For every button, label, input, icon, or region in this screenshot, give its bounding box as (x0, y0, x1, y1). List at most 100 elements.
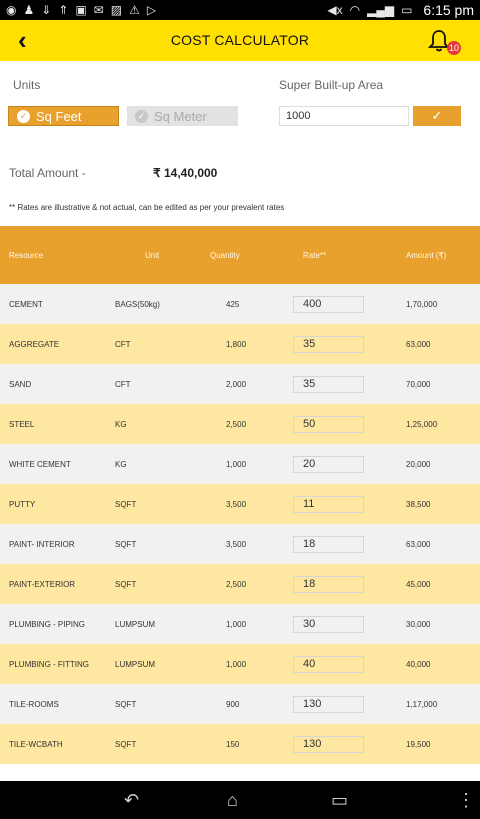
quantity-cell: 425 (226, 299, 240, 309)
rate-cell: 400 (293, 295, 406, 313)
download-icon: ⇓ (41, 3, 52, 17)
rate-input[interactable]: 11 (293, 495, 364, 513)
quantity-cell: 2,500 (226, 419, 247, 429)
unit-cell: SQFT (115, 579, 137, 589)
quantity-cell: 1,000 (226, 619, 247, 629)
resource-cell: SAND (9, 379, 32, 389)
table-row: PAINT-EXTERIOR SQFT 2,500 18 45,000 (0, 564, 480, 604)
resource-cell: WHITE CEMENT (9, 459, 71, 469)
person-icon: ♟ (23, 3, 35, 17)
unit-option-label: Sq Meter (154, 108, 207, 124)
resource-cell: PLUMBING - FITTING (9, 659, 89, 669)
table-row: STEEL KG 2,500 50 1,25,000 (0, 404, 480, 444)
nav-recents-icon[interactable]: ▭ (331, 791, 348, 809)
header-resource: Resource (9, 250, 44, 260)
cost-table: Resource Unit Quantity Rate** Amount (₹)… (0, 226, 480, 781)
amount-cell: 63,000 (406, 339, 431, 349)
rate-input[interactable]: 400 (293, 295, 364, 313)
nav-back-icon[interactable]: ↶ (124, 791, 139, 809)
rate-input[interactable]: 130 (293, 735, 364, 753)
amount-cell: 20,000 (406, 459, 431, 469)
nav-menu-icon[interactable]: ⋮ (457, 791, 475, 809)
unit-cell: KG (115, 419, 127, 429)
table-row: SAND CFT 2,000 35 70,000 (0, 364, 480, 404)
table-row: WHITE CEMENT KG 1,000 20 20,000 (0, 444, 480, 484)
resource-cell: TILE-ROOMS (9, 699, 59, 709)
rate-input[interactable]: 30 (293, 615, 364, 633)
rate-cell: 35 (293, 335, 406, 353)
units-label: Units (13, 78, 41, 92)
total-amount-value: ₹ 14,40,000 (153, 166, 218, 180)
amount-cell: 38,500 (406, 499, 431, 509)
warning-icon: ⚠ (129, 3, 140, 17)
nav-home-icon[interactable]: ⌂ (227, 791, 238, 809)
unit-cell: KG (115, 459, 127, 469)
rate-cell: 20 (293, 455, 406, 473)
rate-input[interactable]: 130 (293, 695, 364, 713)
rate-input[interactable]: 40 (293, 655, 364, 673)
table-body: CEMENT BAGS(50kg) 425 400 1,70,000 AGGREGATE C… (0, 284, 480, 764)
rate-input[interactable]: 50 (293, 415, 364, 433)
rate-cell: 130 (293, 735, 406, 753)
rate-cell: 50 (293, 415, 406, 433)
quantity-cell: 1,000 (226, 659, 247, 669)
resource-cell: TILE-WCBATH (9, 739, 63, 749)
resource-cell: PLUMBING - PIPING (9, 619, 86, 629)
clock: 6:15 pm (423, 2, 474, 18)
unit-option-label: Sq Feet (36, 108, 82, 124)
header-rate: Rate** (303, 250, 327, 260)
unit-cell: SQFT (115, 539, 137, 549)
app-icon: ▣ (75, 3, 87, 17)
rate-input[interactable]: 35 (293, 375, 364, 393)
unit-sq-feet-button[interactable]: ✓ Sq Feet (8, 106, 119, 126)
rate-cell: 18 (293, 535, 406, 553)
battery-icon: ▭ (401, 3, 413, 17)
resource-cell: AGGREGATE (9, 339, 60, 349)
app-bar: ‹ COST CALCULATOR 10 (0, 20, 480, 61)
rate-cell: 30 (293, 615, 406, 633)
unit-cell: SQFT (115, 699, 137, 709)
rates-note: ** Rates are illustrative & not actual, … (9, 203, 285, 212)
rate-input[interactable]: 18 (293, 535, 364, 553)
quantity-cell: 1,800 (226, 339, 247, 349)
signal-icon: ▂▄▆ (367, 3, 395, 17)
unit-cell: CFT (115, 379, 131, 389)
unit-cell: SQFT (115, 739, 137, 749)
unit-cell: LUMPSUM (115, 659, 156, 669)
rate-input[interactable]: 20 (293, 455, 364, 473)
resource-cell: PUTTY (9, 499, 36, 509)
table-row: CEMENT BAGS(50kg) 425 400 1,70,000 (0, 284, 480, 324)
upload-icon: ⇑ (58, 3, 69, 17)
rate-input[interactable]: 18 (293, 575, 364, 593)
amount-cell: 40,000 (406, 659, 431, 669)
total-amount-label: Total Amount - (9, 166, 86, 180)
area-label: Super Built-up Area (279, 78, 384, 92)
quantity-cell: 900 (226, 699, 240, 709)
rate-cell: 18 (293, 575, 406, 593)
rate-cell: 35 (293, 375, 406, 393)
quantity-cell: 150 (226, 739, 240, 749)
resource-cell: CEMENT (9, 299, 43, 309)
table-row: TILE-WCBATH SQFT 150 130 19,500 (0, 724, 480, 764)
system-nav-bar: ↶ ⌂ ▭ ⋮ (0, 781, 480, 819)
area-input[interactable]: 1000 (279, 106, 409, 126)
header-quantity: Quantity (210, 250, 240, 260)
image-icon: ▨ (110, 3, 123, 17)
unit-cell: LUMPSUM (115, 619, 156, 629)
amount-cell: 1,70,000 (406, 299, 438, 309)
rate-input[interactable]: 35 (293, 335, 364, 353)
unit-cell: BAGS(50kg) (115, 299, 160, 309)
table-header: Resource Unit Quantity Rate** Amount (₹) (0, 226, 480, 284)
quantity-cell: 3,500 (226, 499, 247, 509)
amount-cell: 45,000 (406, 579, 431, 589)
quantity-cell: 1,000 (226, 459, 247, 469)
mail-icon: ✉ (93, 3, 104, 17)
resource-cell: PAINT- INTERIOR (9, 539, 75, 549)
unit-sq-meter-button[interactable]: ✓ Sq Meter (127, 106, 238, 126)
apply-area-button[interactable]: ✓ (413, 106, 461, 126)
unit-cell: CFT (115, 339, 131, 349)
rate-cell: 11 (293, 495, 406, 513)
table-row: TILE-ROOMS SQFT 900 130 1,17,000 (0, 684, 480, 724)
amount-cell: 19,500 (406, 739, 431, 749)
check-icon: ✓ (17, 109, 30, 123)
